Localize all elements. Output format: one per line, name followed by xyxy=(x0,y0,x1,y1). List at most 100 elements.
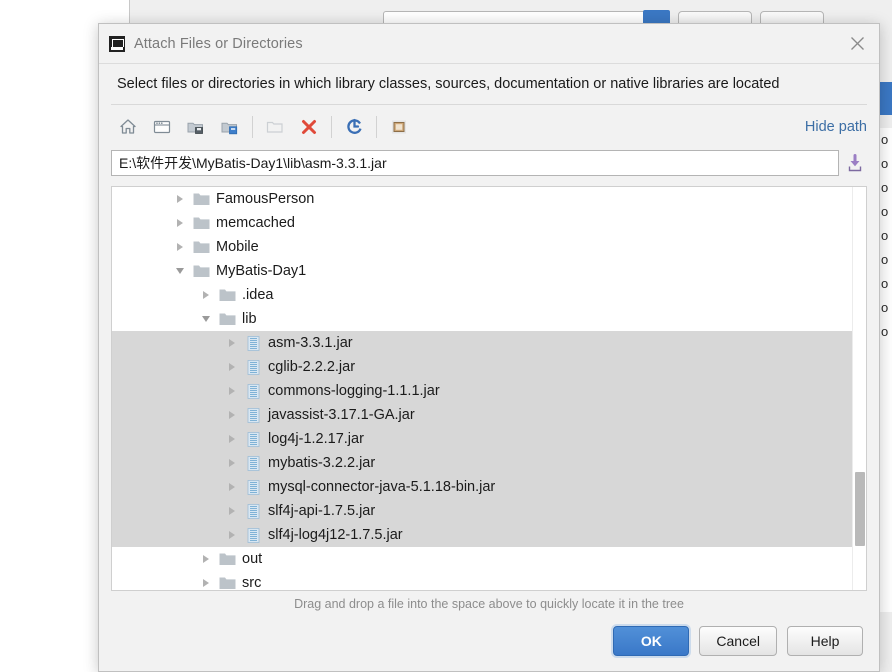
collapse-arrow-icon[interactable] xyxy=(196,307,216,331)
tree-row-label: slf4j-api-1.7.5.jar xyxy=(268,503,376,519)
jar-file-icon xyxy=(242,499,264,523)
tree-row[interactable]: mybatis-3.2.2.jar xyxy=(112,451,866,475)
expand-arrow-icon[interactable] xyxy=(196,547,216,571)
tree-row-label: cglib-2.2.2.jar xyxy=(268,359,356,375)
folder-icon xyxy=(190,259,212,283)
folder-icon xyxy=(190,235,212,259)
tree-row-label: log4j-1.2.17.jar xyxy=(268,431,364,447)
dialog-description-bar: Select files or directories in which lib… xyxy=(99,64,879,104)
close-icon[interactable] xyxy=(843,30,871,58)
tree-row[interactable]: src xyxy=(112,571,866,590)
attach-files-dialog: Attach Files or Directories Select files… xyxy=(98,23,880,672)
expand-arrow-icon[interactable] xyxy=(222,451,242,475)
folder-icon xyxy=(216,283,238,307)
jar-file-icon xyxy=(242,451,264,475)
expand-arrow-icon[interactable] xyxy=(222,475,242,499)
tree-row[interactable]: slf4j-api-1.7.5.jar xyxy=(112,499,866,523)
hide-path-link[interactable]: Hide path xyxy=(805,119,867,135)
path-history-dropdown-icon[interactable] xyxy=(843,150,867,176)
tree-row-label: memcached xyxy=(216,215,295,231)
tree-scrollbar-track[interactable] xyxy=(852,187,866,590)
tree-row-label: FamousPerson xyxy=(216,191,315,207)
tree-row[interactable]: mysql-connector-java-5.1.18-bin.jar xyxy=(112,475,866,499)
home-icon[interactable] xyxy=(111,111,145,143)
tree-row-label: javassist-3.17.1-GA.jar xyxy=(268,407,415,423)
background-list-item[interactable]: o xyxy=(878,296,892,320)
jar-file-icon xyxy=(242,403,264,427)
toolbar-separator-2 xyxy=(331,115,332,138)
tree-row[interactable]: asm-3.3.1.jar xyxy=(112,331,866,355)
desktop-icon[interactable] xyxy=(145,111,179,143)
tree-row[interactable]: FamousPerson xyxy=(112,187,866,211)
show-hidden-files-icon[interactable] xyxy=(382,111,416,143)
background-list-item[interactable]: o xyxy=(878,224,892,248)
background-list-item[interactable]: o xyxy=(878,248,892,272)
tree-row[interactable]: out xyxy=(112,547,866,571)
tree-row[interactable]: .idea xyxy=(112,283,866,307)
expand-arrow-icon[interactable] xyxy=(222,427,242,451)
tree-row-label: out xyxy=(242,551,263,567)
background-list-item[interactable]: o xyxy=(878,200,892,224)
background-list-item[interactable]: o xyxy=(878,272,892,296)
file-tree[interactable]: FamousPerson memcached Mobile MyBatis-Day1.… xyxy=(112,187,866,590)
ok-button[interactable]: OK xyxy=(613,626,690,656)
tree-scrollbar-thumb[interactable] xyxy=(855,472,865,546)
tree-row[interactable]: MyBatis-Day1 xyxy=(112,259,866,283)
tree-row-label: lib xyxy=(242,311,257,327)
refresh-icon[interactable] xyxy=(337,111,371,143)
folder-icon xyxy=(216,307,238,331)
intellij-idea-logo-icon xyxy=(109,35,125,52)
delete-icon[interactable] xyxy=(292,111,326,143)
background-list-item[interactable]: o xyxy=(878,320,892,344)
tree-row-label: .idea xyxy=(242,287,274,303)
expand-arrow-icon[interactable] xyxy=(222,355,242,379)
expand-arrow-icon[interactable] xyxy=(222,523,242,547)
new-folder-icon[interactable] xyxy=(258,111,292,143)
expand-arrow-icon[interactable] xyxy=(222,331,242,355)
jar-file-icon xyxy=(242,427,264,451)
tree-row-label: mysql-connector-java-5.1.18-bin.jar xyxy=(268,479,496,495)
background-library-list[interactable]: ooooooooo xyxy=(878,128,892,612)
background-list-item[interactable]: o xyxy=(878,128,892,152)
expand-arrow-icon[interactable] xyxy=(196,571,216,590)
help-button[interactable]: Help xyxy=(787,626,863,656)
tree-row[interactable]: commons-logging-1.1.1.jar xyxy=(112,379,866,403)
background-list-item[interactable]: o xyxy=(878,152,892,176)
dialog-titlebar: Attach Files or Directories xyxy=(99,24,879,64)
collapse-arrow-icon[interactable] xyxy=(170,259,190,283)
tree-row[interactable]: lib xyxy=(112,307,866,331)
file-chooser-toolbar: Hide path xyxy=(111,104,867,148)
expand-arrow-icon[interactable] xyxy=(170,187,190,211)
tree-row[interactable]: Mobile xyxy=(112,235,866,259)
file-tree-container: FamousPerson memcached Mobile MyBatis-Day1.… xyxy=(111,186,867,591)
drive-icon[interactable] xyxy=(179,111,213,143)
background-selected-list-item xyxy=(880,82,892,115)
expand-arrow-icon[interactable] xyxy=(196,283,216,307)
tree-row-label: mybatis-3.2.2.jar xyxy=(268,455,376,471)
jar-file-icon xyxy=(242,331,264,355)
tree-row[interactable]: log4j-1.2.17.jar xyxy=(112,427,866,451)
expand-arrow-icon[interactable] xyxy=(222,499,242,523)
tree-row-label: commons-logging-1.1.1.jar xyxy=(268,383,440,399)
path-input[interactable] xyxy=(111,150,839,176)
tree-row[interactable]: javassist-3.17.1-GA.jar xyxy=(112,403,866,427)
tree-row[interactable]: memcached xyxy=(112,211,866,235)
tree-row[interactable]: cglib-2.2.2.jar xyxy=(112,355,866,379)
path-row xyxy=(99,148,879,178)
folder-icon xyxy=(216,571,238,590)
expand-arrow-icon[interactable] xyxy=(170,235,190,259)
toolbar-separator-3 xyxy=(376,115,377,138)
folder-icon xyxy=(190,211,212,235)
background-list-item[interactable]: o xyxy=(878,176,892,200)
cancel-button[interactable]: Cancel xyxy=(699,626,777,656)
jar-file-icon xyxy=(242,379,264,403)
tree-row[interactable]: slf4j-log4j12-1.7.5.jar xyxy=(112,523,866,547)
jar-file-icon xyxy=(242,475,264,499)
expand-arrow-icon[interactable] xyxy=(222,403,242,427)
expand-arrow-icon[interactable] xyxy=(170,211,190,235)
tree-row-label: slf4j-log4j12-1.7.5.jar xyxy=(268,527,403,543)
tree-row-label: MyBatis-Day1 xyxy=(216,263,307,279)
dialog-footer: OK Cancel Help xyxy=(99,617,879,671)
project-folder-icon[interactable] xyxy=(213,111,247,143)
expand-arrow-icon[interactable] xyxy=(222,379,242,403)
